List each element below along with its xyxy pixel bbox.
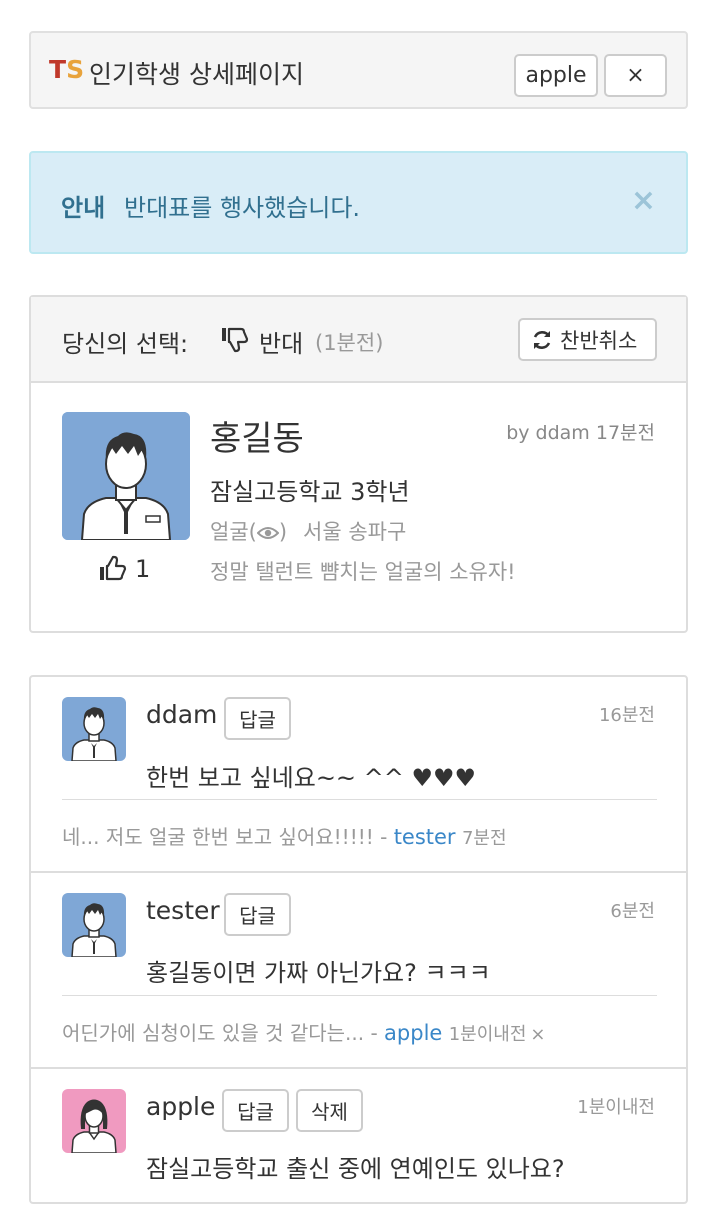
student-school: 잠실고등학교 3학년	[210, 478, 410, 506]
page-header: TS 인기학생 상세페이지 apple ×	[29, 31, 688, 109]
male-student-icon	[62, 893, 126, 957]
choice-label: 당신의 선택:	[62, 330, 189, 358]
comment-time: 16분전	[598, 705, 655, 726]
alert-close-icon[interactable]: ×	[631, 183, 656, 218]
comment-item: ddam 답글 16분전 한번 보고 싶네요~~ ^^ ♥♥♥ 네... 저도 …	[31, 677, 686, 871]
student-avatar	[62, 412, 190, 540]
comment-time: 6분전	[610, 901, 655, 922]
reply-item: 네... 저도 얼굴 한번 보고 싶어요!!!!! - tester 7분전	[62, 821, 507, 850]
comment-author[interactable]: tester	[146, 896, 220, 925]
reply-time: 7분전	[461, 828, 507, 849]
choice-time: (1분전)	[315, 331, 384, 355]
avatar	[62, 1089, 126, 1153]
comment-item: tester 답글 6분전 홍길동이면 가짜 아닌가요? ㅋㅋㅋ 어딘가에 심청…	[31, 871, 686, 1067]
student-panel: 당신의 선택: 반대 (1분전) 찬반취소 1 홍길동 by ddam 17분전…	[29, 295, 688, 633]
cancel-vote-label: 찬반취소	[560, 328, 638, 353]
comment-time: 1분이내전	[577, 1097, 655, 1118]
comment-text: 한번 보고 싶네요~~ ^^ ♥♥♥	[146, 764, 477, 792]
female-student-icon	[62, 1089, 126, 1153]
thumbs-down-icon	[222, 327, 249, 353]
info-alert: 안내 반대표를 행사했습니다. ×	[29, 151, 688, 254]
comment-author[interactable]: ddam	[146, 700, 217, 729]
logo-letter-s: S	[66, 55, 85, 84]
reply-text: 어딘가에 심청이도 있을 것 같다는... -	[62, 1021, 385, 1045]
reply-button[interactable]: 답글	[222, 1089, 289, 1132]
student-tag: 얼굴()	[210, 516, 287, 546]
choice-value: 반대	[259, 330, 304, 358]
reply-button[interactable]: 답글	[224, 697, 291, 740]
avatar	[62, 893, 126, 957]
comment-text: 잠실고등학교 출신 중에 연예인도 있나요?	[146, 1155, 565, 1183]
divider	[62, 995, 657, 996]
reply-button[interactable]: 답글	[224, 893, 291, 936]
thumbs-up-icon	[100, 555, 127, 581]
student-location: 서울 송파구	[303, 520, 407, 544]
eye-icon	[256, 527, 279, 539]
close-button[interactable]: ×	[604, 54, 667, 97]
reply-item: 어딘가에 심청이도 있을 것 같다는... - apple 1분이내전 ×	[62, 1017, 546, 1046]
alert-message: 반대표를 행사했습니다.	[124, 194, 361, 222]
student-author-meta: by ddam 17분전	[506, 422, 655, 444]
like-count: 1	[135, 555, 151, 583]
student-tag-prefix: 얼굴(	[210, 520, 257, 544]
logo[interactable]: TS	[49, 55, 84, 84]
reply-author[interactable]: apple	[384, 1021, 442, 1045]
reply-time: 1분이내전	[448, 1024, 527, 1045]
divider	[62, 799, 657, 800]
page-title: 인기학생 상세페이지	[89, 60, 304, 89]
logo-letter-t: T	[49, 55, 67, 84]
male-student-icon	[62, 697, 126, 761]
delete-reply-icon[interactable]: ×	[530, 1024, 545, 1045]
reply-author[interactable]: tester	[394, 825, 456, 849]
student-description: 정말 탤런트 뺨치는 얼굴의 소유자!	[210, 560, 516, 584]
alert-label: 안내	[61, 194, 106, 222]
student-tag-suffix: )	[278, 520, 288, 544]
refresh-icon	[533, 330, 551, 349]
cancel-vote-button[interactable]: 찬반취소	[518, 318, 657, 361]
comment-item: apple 답글 삭제 1분이내전 잠실고등학교 출신 중에 연예인도 있나요?	[31, 1067, 686, 1202]
comment-text: 홍길동이면 가짜 아닌가요? ㅋㅋㅋ	[146, 959, 491, 987]
user-button[interactable]: apple	[514, 54, 598, 97]
comment-author[interactable]: apple	[146, 1092, 215, 1121]
reply-text: 네... 저도 얼굴 한번 보고 싶어요!!!!! -	[62, 825, 394, 849]
comment-list: ddam 답글 16분전 한번 보고 싶네요~~ ^^ ♥♥♥ 네... 저도 …	[29, 675, 688, 1204]
student-name: 홍길동	[210, 419, 304, 459]
like-counter[interactable]: 1	[99, 555, 150, 583]
male-student-icon	[62, 412, 190, 540]
avatar	[62, 697, 126, 761]
choice-header: 당신의 선택: 반대 (1분전) 찬반취소	[31, 297, 686, 383]
delete-button[interactable]: 삭제	[296, 1089, 363, 1132]
